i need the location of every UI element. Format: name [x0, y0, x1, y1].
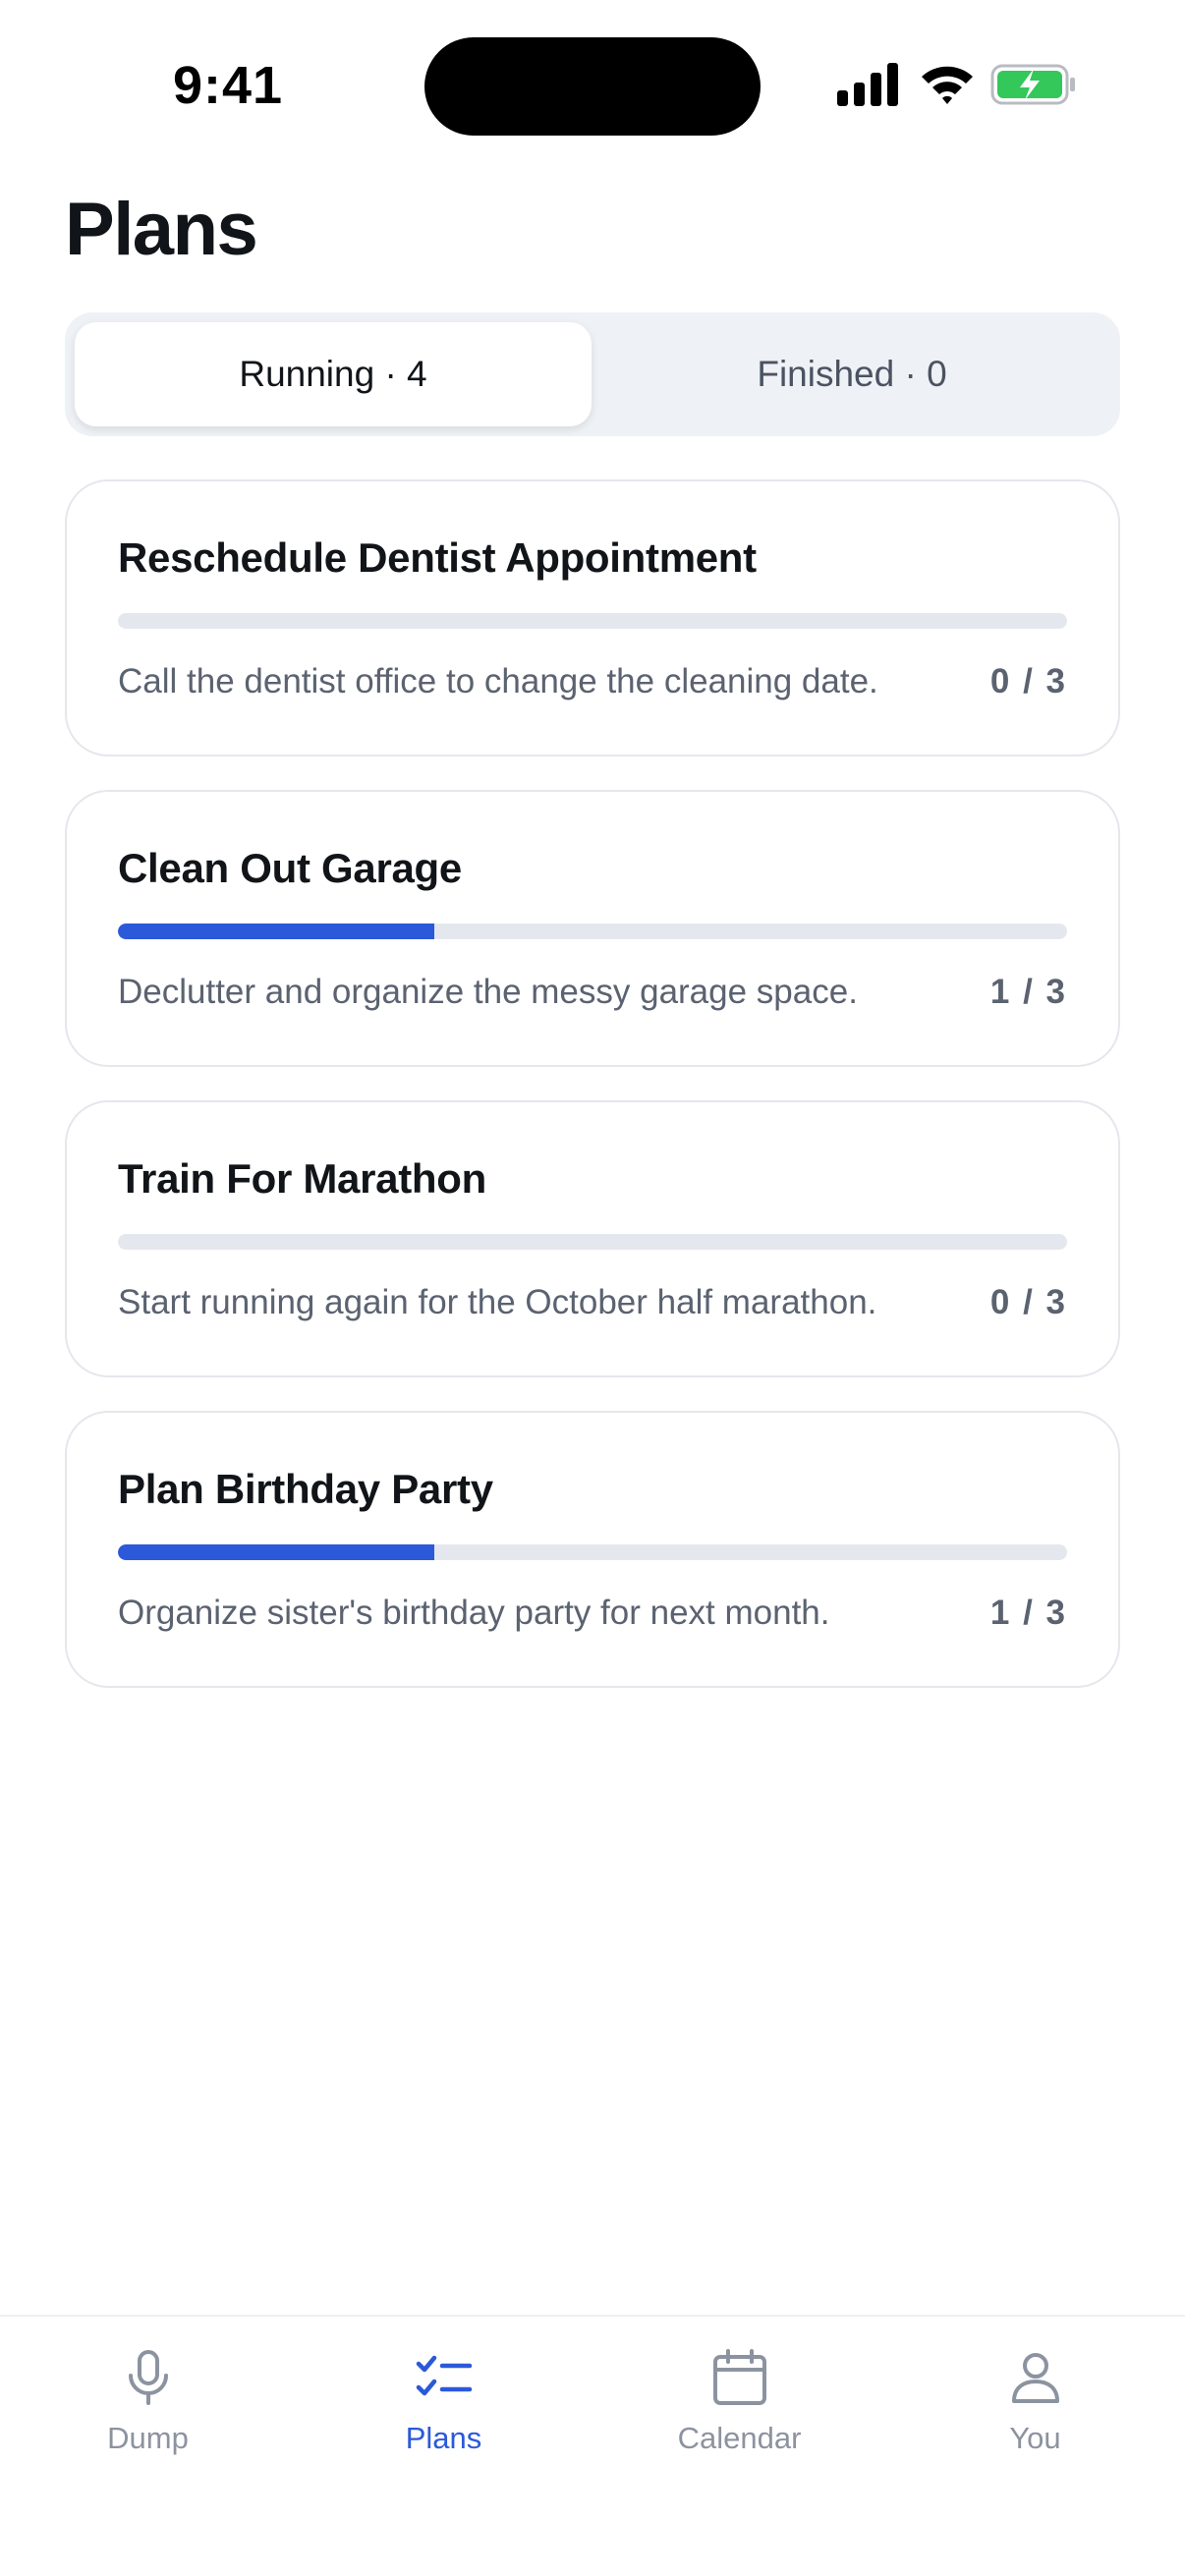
plan-card[interactable]: Clean Out Garage Declutter and organize …: [65, 790, 1120, 1067]
tab-bar-item-you[interactable]: You: [887, 2317, 1183, 2513]
plan-step-count: 1 / 3: [989, 1594, 1067, 1632]
tab-bar-label: You: [1009, 2421, 1061, 2455]
calendar-icon: [712, 2349, 766, 2405]
plan-description: Declutter and organize the messy garage …: [118, 973, 858, 1011]
status-time: 9:41: [173, 56, 284, 115]
battery-charging-icon: [990, 64, 1075, 105]
plan-description: Organize sister's birthday party for nex…: [118, 1594, 830, 1632]
plan-step-count: 0 / 3: [989, 662, 1067, 700]
plans-screen: 9:41 Plans Running · 4 Finished · 0 Resc…: [0, 0, 1185, 2576]
plan-title: Train For Marathon: [118, 1155, 486, 1202]
plan-title: Plan Birthday Party: [118, 1466, 493, 1512]
tab-bar-item-dump[interactable]: Dump: [0, 2317, 296, 2513]
plan-step-count: 0 / 3: [989, 1283, 1067, 1321]
plan-step-count: 1 / 3: [989, 973, 1067, 1011]
tab-bar-label: Dump: [107, 2421, 189, 2455]
tab-bar-label: Plans: [405, 2421, 482, 2455]
plan-progress-bar: [118, 1234, 1067, 1250]
tab-bar-label: Calendar: [677, 2421, 802, 2455]
plan-status-segmented-control: Running · 4 Finished · 0: [65, 312, 1120, 436]
microphone-icon: [128, 2350, 168, 2405]
plan-progress-bar: [118, 924, 1067, 939]
tab-running[interactable]: Running · 4: [75, 322, 592, 426]
plan-card[interactable]: Plan Birthday Party Organize sister's bi…: [65, 1411, 1120, 1688]
wifi-icon: [922, 66, 973, 104]
tab-bar-item-calendar[interactable]: Calendar: [592, 2317, 887, 2513]
bottom-tab-bar: Dump Plans Calendar You: [0, 2315, 1185, 2576]
plan-progress-fill: [118, 1544, 434, 1560]
plan-description: Start running again for the October half…: [118, 1283, 877, 1321]
checklist-icon: [416, 2355, 472, 2396]
person-icon: [1011, 2353, 1059, 2403]
plan-progress-fill: [118, 924, 434, 939]
plan-title: Clean Out Garage: [118, 845, 462, 891]
plan-description: Call the dentist office to change the cl…: [118, 662, 878, 700]
dynamic-island: [424, 37, 761, 136]
plan-card[interactable]: Reschedule Dentist Appointment Call the …: [65, 479, 1120, 756]
plan-progress-bar: [118, 1544, 1067, 1560]
status-bar: 9:41: [0, 0, 1185, 147]
plan-title: Reschedule Dentist Appointment: [118, 534, 757, 581]
tab-finished[interactable]: Finished · 0: [593, 322, 1110, 426]
plan-progress-bar: [118, 613, 1067, 629]
cellular-signal-icon: [837, 63, 898, 106]
tab-bar-item-plans[interactable]: Plans: [296, 2317, 592, 2513]
page-title: Plans: [65, 188, 258, 271]
plan-card[interactable]: Train For Marathon Start running again f…: [65, 1100, 1120, 1377]
